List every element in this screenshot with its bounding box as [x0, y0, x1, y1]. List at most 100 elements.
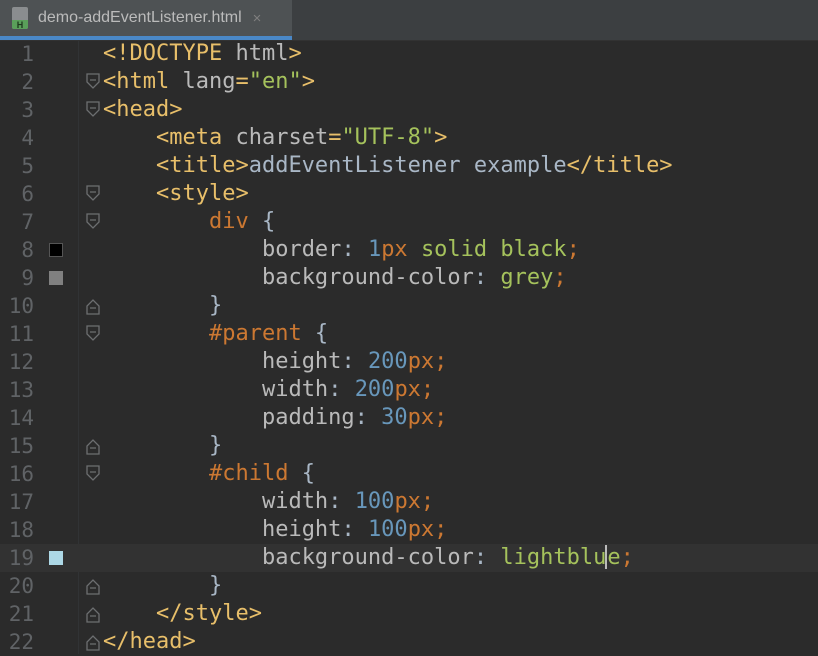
line-number[interactable]: 14: [0, 404, 34, 432]
code-line[interactable]: 20 }: [0, 572, 818, 600]
code-line[interactable]: 16 #child {: [0, 460, 818, 488]
code-line[interactable]: 8 border: 1px solid black;: [0, 236, 818, 264]
close-icon[interactable]: ×: [253, 10, 262, 27]
code-text[interactable]: width: 100px;: [103, 488, 434, 516]
code-line[interactable]: 6 <style>: [0, 180, 818, 208]
line-number[interactable]: 22: [0, 628, 34, 656]
code-line[interactable]: 4 <meta charset="UTF-8">: [0, 124, 818, 152]
code-editor[interactable]: 1 <!DOCTYPE html> 2 <html lang="en"> 3 <head>…: [0, 41, 818, 654]
code-text[interactable]: background-color: grey;: [103, 264, 567, 292]
code-line[interactable]: 19 background-color: lightblue;: [0, 544, 818, 572]
code-text[interactable]: height: 200px;: [103, 348, 447, 376]
code-text[interactable]: #child {: [103, 460, 315, 488]
color-swatch-icon[interactable]: [49, 271, 63, 285]
code-text[interactable]: padding: 30px;: [103, 404, 447, 432]
code-token: >: [288, 41, 302, 66]
code-token: px: [381, 237, 408, 262]
line-number[interactable]: 9: [0, 264, 34, 292]
code-line[interactable]: 1 <!DOCTYPE html>: [0, 40, 818, 68]
code-text[interactable]: #parent {: [103, 320, 328, 348]
fold-start-icon[interactable]: [85, 73, 101, 91]
code-token: <html: [103, 69, 183, 94]
fold-start-icon[interactable]: [85, 213, 101, 231]
line-number[interactable]: 4: [0, 124, 34, 152]
fold-start-icon[interactable]: [85, 325, 101, 343]
code-text[interactable]: <html lang="en">: [103, 68, 315, 96]
code-text[interactable]: <head>: [103, 96, 182, 124]
fold-start-icon[interactable]: [85, 101, 101, 119]
code-text[interactable]: div {: [103, 208, 275, 236]
tab-file[interactable]: H demo-addEventListener.html ×: [0, 0, 292, 40]
code-token: background-color: [261, 265, 474, 290]
code-line[interactable]: 13 width: 200px;: [0, 376, 818, 404]
code-line[interactable]: 15 }: [0, 432, 818, 460]
code-token: html: [235, 41, 289, 66]
code-line[interactable]: 22 </head>: [0, 628, 818, 656]
line-number[interactable]: 20: [0, 572, 34, 600]
code-text[interactable]: <style>: [103, 180, 249, 208]
code-text[interactable]: </head>: [103, 628, 196, 656]
code-line[interactable]: 2 <html lang="en">: [0, 68, 818, 96]
fold-end-icon[interactable]: [85, 437, 101, 455]
fold-start-icon[interactable]: [85, 465, 101, 483]
line-number[interactable]: 19: [0, 544, 34, 572]
code-line[interactable]: 12 height: 200px;: [0, 348, 818, 376]
code-token: "UTF-8": [341, 125, 435, 150]
code-line[interactable]: 11 #parent {: [0, 320, 818, 348]
code-line[interactable]: 17 width: 100px;: [0, 488, 818, 516]
code-text[interactable]: }: [103, 572, 222, 600]
code-token: width: [261, 489, 329, 514]
code-text[interactable]: }: [103, 432, 222, 460]
code-text[interactable]: background-color: lightblue;: [103, 544, 634, 572]
code-text[interactable]: height: 100px;: [103, 516, 447, 544]
code-line[interactable]: 3 <head>: [0, 96, 818, 124]
code-line[interactable]: 18 height: 100px;: [0, 516, 818, 544]
code-line[interactable]: 5 <title>addEventListener example</title…: [0, 152, 818, 180]
code-token: #parent: [208, 321, 302, 346]
code-line[interactable]: 10 }: [0, 292, 818, 320]
code-line[interactable]: 14 padding: 30px;: [0, 404, 818, 432]
line-number[interactable]: 12: [0, 348, 34, 376]
line-number[interactable]: 6: [0, 180, 34, 208]
code-line[interactable]: 9 background-color: grey;: [0, 264, 818, 292]
code-token: {: [301, 321, 329, 346]
code-text[interactable]: <!DOCTYPE html>: [103, 40, 302, 68]
line-number[interactable]: 3: [0, 96, 34, 124]
code-token: {: [248, 209, 276, 234]
code-line[interactable]: 21 </style>: [0, 600, 818, 628]
code-text[interactable]: <title>addEventListener example</title>: [103, 152, 673, 180]
line-number[interactable]: 15: [0, 432, 34, 460]
code-text[interactable]: }: [103, 292, 222, 320]
fold-end-icon[interactable]: [85, 605, 101, 623]
line-number[interactable]: 8: [0, 236, 34, 264]
line-number[interactable]: 1: [0, 40, 34, 68]
fold-end-icon[interactable]: [85, 577, 101, 595]
code-token: lang: [182, 69, 236, 94]
code-token: <!DOCTYPE: [103, 41, 236, 66]
code-line[interactable]: 7 div {: [0, 208, 818, 236]
line-number[interactable]: 18: [0, 516, 34, 544]
color-swatch-icon[interactable]: [49, 243, 63, 257]
code-text[interactable]: width: 200px;: [103, 376, 434, 404]
fold-end-icon[interactable]: [85, 297, 101, 315]
line-number[interactable]: 16: [0, 460, 34, 488]
line-number[interactable]: 21: [0, 600, 34, 628]
code-token: :: [473, 545, 501, 570]
color-swatch-icon[interactable]: [49, 551, 63, 565]
fold-start-icon[interactable]: [85, 185, 101, 203]
line-number[interactable]: 10: [0, 292, 34, 320]
code-text[interactable]: border: 1px solid black;: [103, 236, 580, 264]
code-token: 100: [367, 517, 408, 542]
line-number[interactable]: 17: [0, 488, 34, 516]
code-text[interactable]: </style>: [103, 600, 262, 628]
code-token: :: [473, 265, 501, 290]
code-token: </head>: [103, 629, 196, 654]
line-number[interactable]: 2: [0, 68, 34, 96]
code-text[interactable]: <meta charset="UTF-8">: [103, 124, 447, 152]
fold-end-icon[interactable]: [85, 633, 101, 651]
line-number[interactable]: 11: [0, 320, 34, 348]
line-number[interactable]: 13: [0, 376, 34, 404]
line-number[interactable]: 5: [0, 152, 34, 180]
line-number[interactable]: 7: [0, 208, 34, 236]
